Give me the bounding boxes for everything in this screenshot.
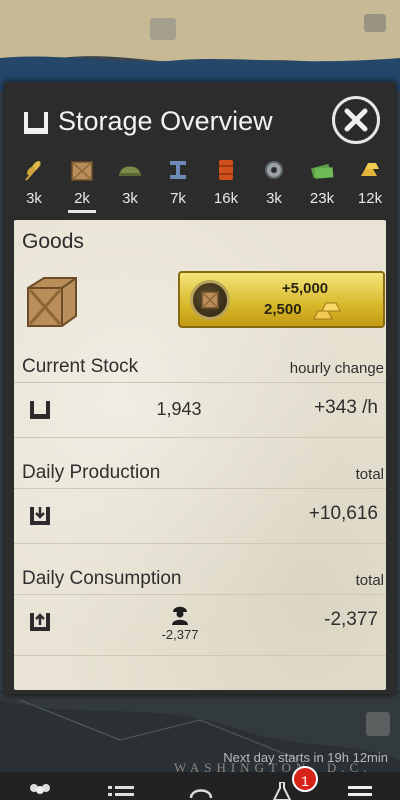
consumer-value: -2,377 [161, 627, 199, 642]
current-stock-row: 1,943 +343 /h [14, 383, 386, 438]
population-icon[interactable] [26, 782, 54, 800]
tab-goods[interactable]: 2k [58, 156, 106, 214]
next-day-timer: Next day starts in 19h 12min [223, 750, 388, 765]
gold-bars-icon [361, 163, 379, 176]
panel-title: Storage Overview [58, 106, 273, 136]
tab-wheat[interactable]: 3k [10, 156, 58, 214]
map-unit-icon-bottom[interactable] [366, 712, 390, 736]
buy-amount: +5,000 [281, 280, 329, 297]
current-stock-header: Current Stock hourly change [14, 352, 386, 383]
storage-icon [24, 112, 48, 134]
resource-count: 3k [26, 190, 42, 207]
map-unit-icon[interactable] [150, 18, 176, 40]
steel-beam-icon [170, 161, 186, 179]
resource-count: 7k [170, 190, 186, 207]
daily-production-header: Daily Production total [14, 458, 386, 489]
wheat-icon [25, 161, 41, 181]
storage-overview-panel: Storage Overview 3k 2k 3k 7k 16k 3k 23k … [4, 82, 396, 694]
daily-production-row: +10,616 [14, 489, 386, 544]
tab-helmet[interactable]: 3k [106, 156, 154, 214]
soldier-icon[interactable] [170, 603, 190, 625]
hourly-change-value: +343 /h [314, 397, 378, 418]
gear-ore-icon [265, 161, 283, 179]
resource-count: 3k [266, 190, 282, 207]
close-icon [344, 108, 368, 132]
oil-barrel-icon [219, 160, 233, 180]
crate-icon [71, 161, 93, 181]
consumption-total-value: -2,377 [324, 609, 378, 630]
daily-consumption-label: Daily Consumption [22, 568, 182, 589]
daily-production-label: Daily Production [22, 462, 161, 483]
production-icon [30, 507, 50, 525]
resource-count: 3k [122, 190, 138, 207]
list-icon[interactable] [108, 784, 134, 800]
tab-gold[interactable]: 12k [346, 156, 394, 214]
close-button[interactable] [332, 96, 380, 144]
current-stock-label: Current Stock [22, 356, 139, 377]
goods-details-card: Goods +5,000 2,500 Current Stock hourly … [14, 220, 386, 690]
notification-badge: 1 [292, 766, 318, 792]
hourly-change-label: hourly change [289, 360, 384, 377]
goods-coin-icon [190, 280, 230, 320]
research-flask-icon[interactable] [272, 782, 292, 800]
gold-bars-icon [313, 302, 341, 320]
map-marker-icon[interactable] [364, 14, 386, 32]
money-icon [311, 163, 334, 179]
goods-crate-icon [27, 277, 77, 327]
resource-count: 16k [213, 190, 239, 207]
panel-header: Storage Overview [4, 82, 396, 158]
tab-rare[interactable]: 3k [250, 156, 298, 214]
tab-fuel[interactable]: 16k [202, 156, 250, 214]
consumption-icon [30, 613, 50, 631]
resource-count: 23k [309, 190, 335, 207]
daily-consumption-header: Daily Consumption total [14, 564, 386, 595]
goods-title: Goods [22, 230, 84, 253]
resource-count: 12k [357, 190, 383, 207]
daily-consumption-row: -2,377 -2,377 [14, 595, 386, 656]
resource-tabs: 3k 2k 3k 7k 16k 3k 23k 12k [10, 156, 394, 214]
tab-money[interactable]: 23k [298, 156, 346, 214]
buy-cost: 2,500 [264, 301, 302, 318]
helmet-icon [119, 166, 141, 176]
bottom-navigation [0, 772, 400, 800]
buy-goods-button[interactable]: +5,000 2,500 [178, 271, 385, 328]
newspaper-icon[interactable] [188, 784, 214, 800]
tab-steel[interactable]: 7k [154, 156, 202, 214]
consumption-total-label: total [355, 572, 384, 589]
storage-icon [30, 401, 50, 419]
menu-icon[interactable] [348, 784, 372, 800]
production-total-label: total [355, 466, 384, 483]
production-total-value: +10,616 [308, 503, 378, 524]
resource-count: 2k [74, 190, 90, 207]
current-stock-value: 1,943 [156, 399, 202, 419]
